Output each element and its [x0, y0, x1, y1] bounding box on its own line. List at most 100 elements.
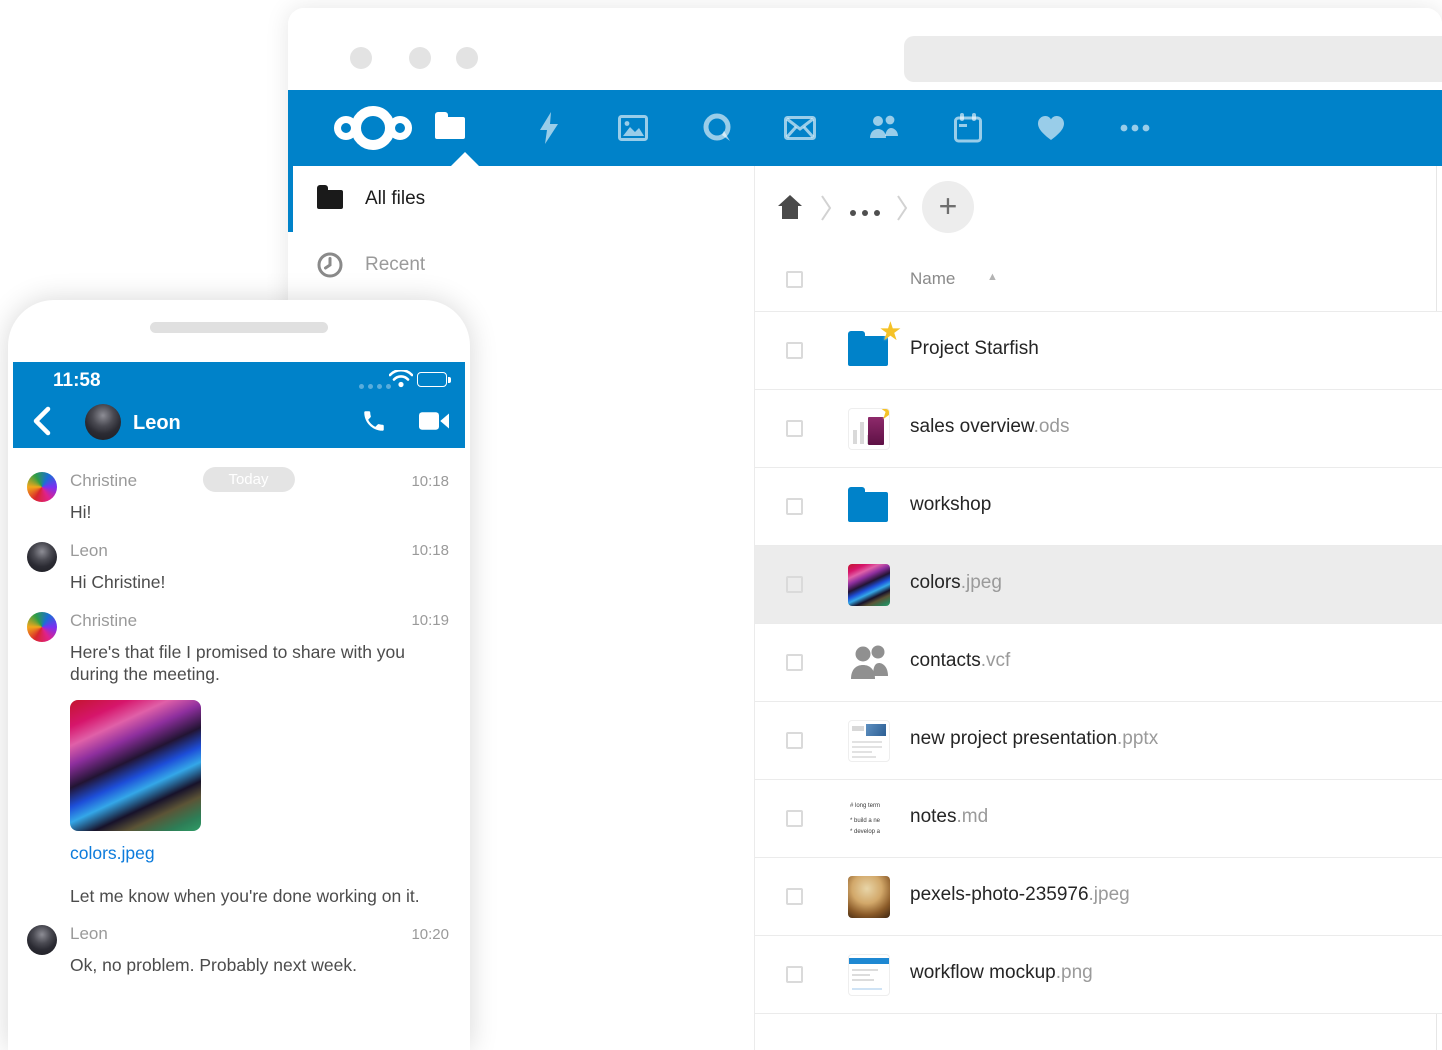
home-icon[interactable]: [777, 194, 803, 220]
file-row-notes[interactable]: # long term * build a ne * develop a not…: [755, 780, 1442, 858]
breadcrumb: +: [755, 166, 1442, 250]
row-checkbox[interactable]: [786, 576, 803, 593]
mail-app-icon[interactable]: [770, 90, 830, 166]
activity-app-icon[interactable]: [519, 90, 579, 166]
folder-icon: [435, 117, 465, 139]
folder-icon: [316, 185, 344, 213]
file-extension: .ods: [1034, 416, 1070, 437]
file-row-workflow-mockup[interactable]: workflow mockup.png: [755, 936, 1442, 1014]
file-row-project-starfish[interactable]: ★ Project Starfish: [755, 312, 1442, 390]
avatar: [27, 612, 57, 642]
chat-message: Leon 10:18 Hi Christine!: [13, 524, 465, 594]
file-row-pexels-photo[interactable]: pexels-photo-235976.jpeg: [755, 858, 1442, 936]
sidebar-item-label: All files: [365, 188, 425, 210]
calendar-app-icon[interactable]: [938, 90, 998, 166]
attachment-link[interactable]: colors.jpeg: [70, 843, 449, 864]
favorites-app-icon[interactable]: [1021, 90, 1081, 166]
select-all-checkbox[interactable]: [786, 271, 803, 288]
phone-screen: 11:58 Leon: [13, 362, 465, 1050]
file-extension: .vcf: [981, 650, 1011, 671]
sort-ascending-icon[interactable]: ▲: [987, 271, 998, 283]
video-call-icon[interactable]: [419, 410, 449, 432]
mockup-thumbnail: [848, 954, 890, 996]
thumb-text-line: * develop a: [850, 827, 888, 838]
envelope-icon: [784, 116, 816, 140]
message-text: Hi Christine!: [70, 571, 425, 594]
file-name: notes: [910, 806, 956, 827]
message-time: 10:18: [411, 473, 449, 490]
window-control-3[interactable]: [456, 47, 478, 69]
phone-call-icon[interactable]: [361, 408, 387, 434]
thumb-text-line: # long term: [850, 801, 888, 812]
file-row-workshop[interactable]: workshop: [755, 468, 1442, 546]
clock-icon: [316, 251, 344, 279]
row-checkbox[interactable]: [786, 420, 803, 437]
contacts-app-icon[interactable]: [854, 90, 914, 166]
nextcloud-top-navbar: [288, 90, 1442, 166]
thumb-text-line: * build a ne: [850, 816, 888, 827]
row-checkbox[interactable]: [786, 888, 803, 905]
file-name: colors: [910, 572, 961, 593]
date-badge: Today: [202, 467, 294, 492]
add-new-button[interactable]: +: [922, 181, 974, 233]
image-thumbnail: [848, 564, 890, 606]
contact-name: Leon: [133, 412, 181, 435]
nextcloud-logo[interactable]: [318, 90, 428, 166]
file-extension: .jpeg: [961, 572, 1002, 593]
chat-message: Christine 10:19 Here's that file I promi…: [13, 594, 465, 908]
message-time: 10:18: [411, 542, 449, 559]
message-author: Christine: [70, 611, 137, 631]
chat-message: Christine Today 10:18 Hi!: [13, 454, 465, 524]
row-checkbox[interactable]: [786, 732, 803, 749]
battery-icon: [417, 372, 447, 387]
message-text: Hi!: [70, 501, 425, 524]
folder-icon: ★: [848, 330, 890, 372]
lightning-icon: [537, 112, 561, 144]
message-author: Leon: [70, 924, 108, 944]
phone-mockup: 11:58 Leon: [8, 300, 470, 1050]
image-thumbnail: [848, 876, 890, 918]
signal-dots-icon: [359, 384, 391, 389]
favorite-star-icon: ★: [879, 318, 902, 344]
file-name: Project Starfish: [910, 338, 1039, 359]
image-attachment[interactable]: [70, 700, 201, 831]
file-name: new project presentation: [910, 728, 1117, 749]
file-name: workflow mockup: [910, 962, 1056, 983]
row-checkbox[interactable]: [786, 498, 803, 515]
window-control-2[interactable]: [409, 47, 431, 69]
back-chevron-icon[interactable]: [31, 406, 53, 436]
name-column-header[interactable]: Name: [910, 269, 955, 289]
talk-app-icon[interactable]: [687, 90, 747, 166]
message-time: 10:19: [411, 612, 449, 629]
file-row-presentation[interactable]: new project presentation.pptx: [755, 702, 1442, 780]
message-text: Let me know when you're done working on …: [70, 886, 449, 907]
more-apps-icon[interactable]: [1105, 90, 1165, 166]
presentation-thumbnail: [848, 720, 890, 762]
file-extension: .png: [1056, 962, 1093, 983]
chat-message-list: Christine Today 10:18 Hi! Leon 10:18 Hi …: [13, 448, 465, 977]
file-list-area: + Name ▲ ★ Project Starfish: [755, 166, 1442, 1050]
sidebar-item-all-files[interactable]: All files: [288, 166, 754, 232]
row-checkbox[interactable]: [786, 966, 803, 983]
file-row-contacts[interactable]: contacts.vcf: [755, 624, 1442, 702]
file-row-colors[interactable]: colors.jpeg: [755, 546, 1442, 624]
picture-icon: [618, 115, 648, 141]
chevron-right-icon: [895, 192, 909, 224]
favorite-star-icon: ★: [878, 408, 890, 423]
phone-chat-header: 11:58 Leon: [13, 362, 465, 448]
address-bar[interactable]: [904, 36, 1442, 82]
row-checkbox[interactable]: [786, 342, 803, 359]
file-extension: .pptx: [1117, 728, 1158, 749]
breadcrumb-more-icon[interactable]: [850, 210, 880, 216]
window-control-1[interactable]: [350, 47, 372, 69]
row-checkbox[interactable]: [786, 654, 803, 671]
file-row-sales-overview[interactable]: ★ sales overview.ods: [755, 390, 1442, 468]
sidebar-item-recent[interactable]: Recent: [288, 232, 754, 298]
heart-icon: [1037, 115, 1065, 141]
active-app-pointer: [451, 152, 479, 166]
row-checkbox[interactable]: [786, 810, 803, 827]
contacts-icon: [848, 642, 890, 684]
logo-circle-center: [351, 106, 395, 150]
photos-app-icon[interactable]: [603, 90, 663, 166]
message-time: 10:20: [411, 926, 449, 943]
